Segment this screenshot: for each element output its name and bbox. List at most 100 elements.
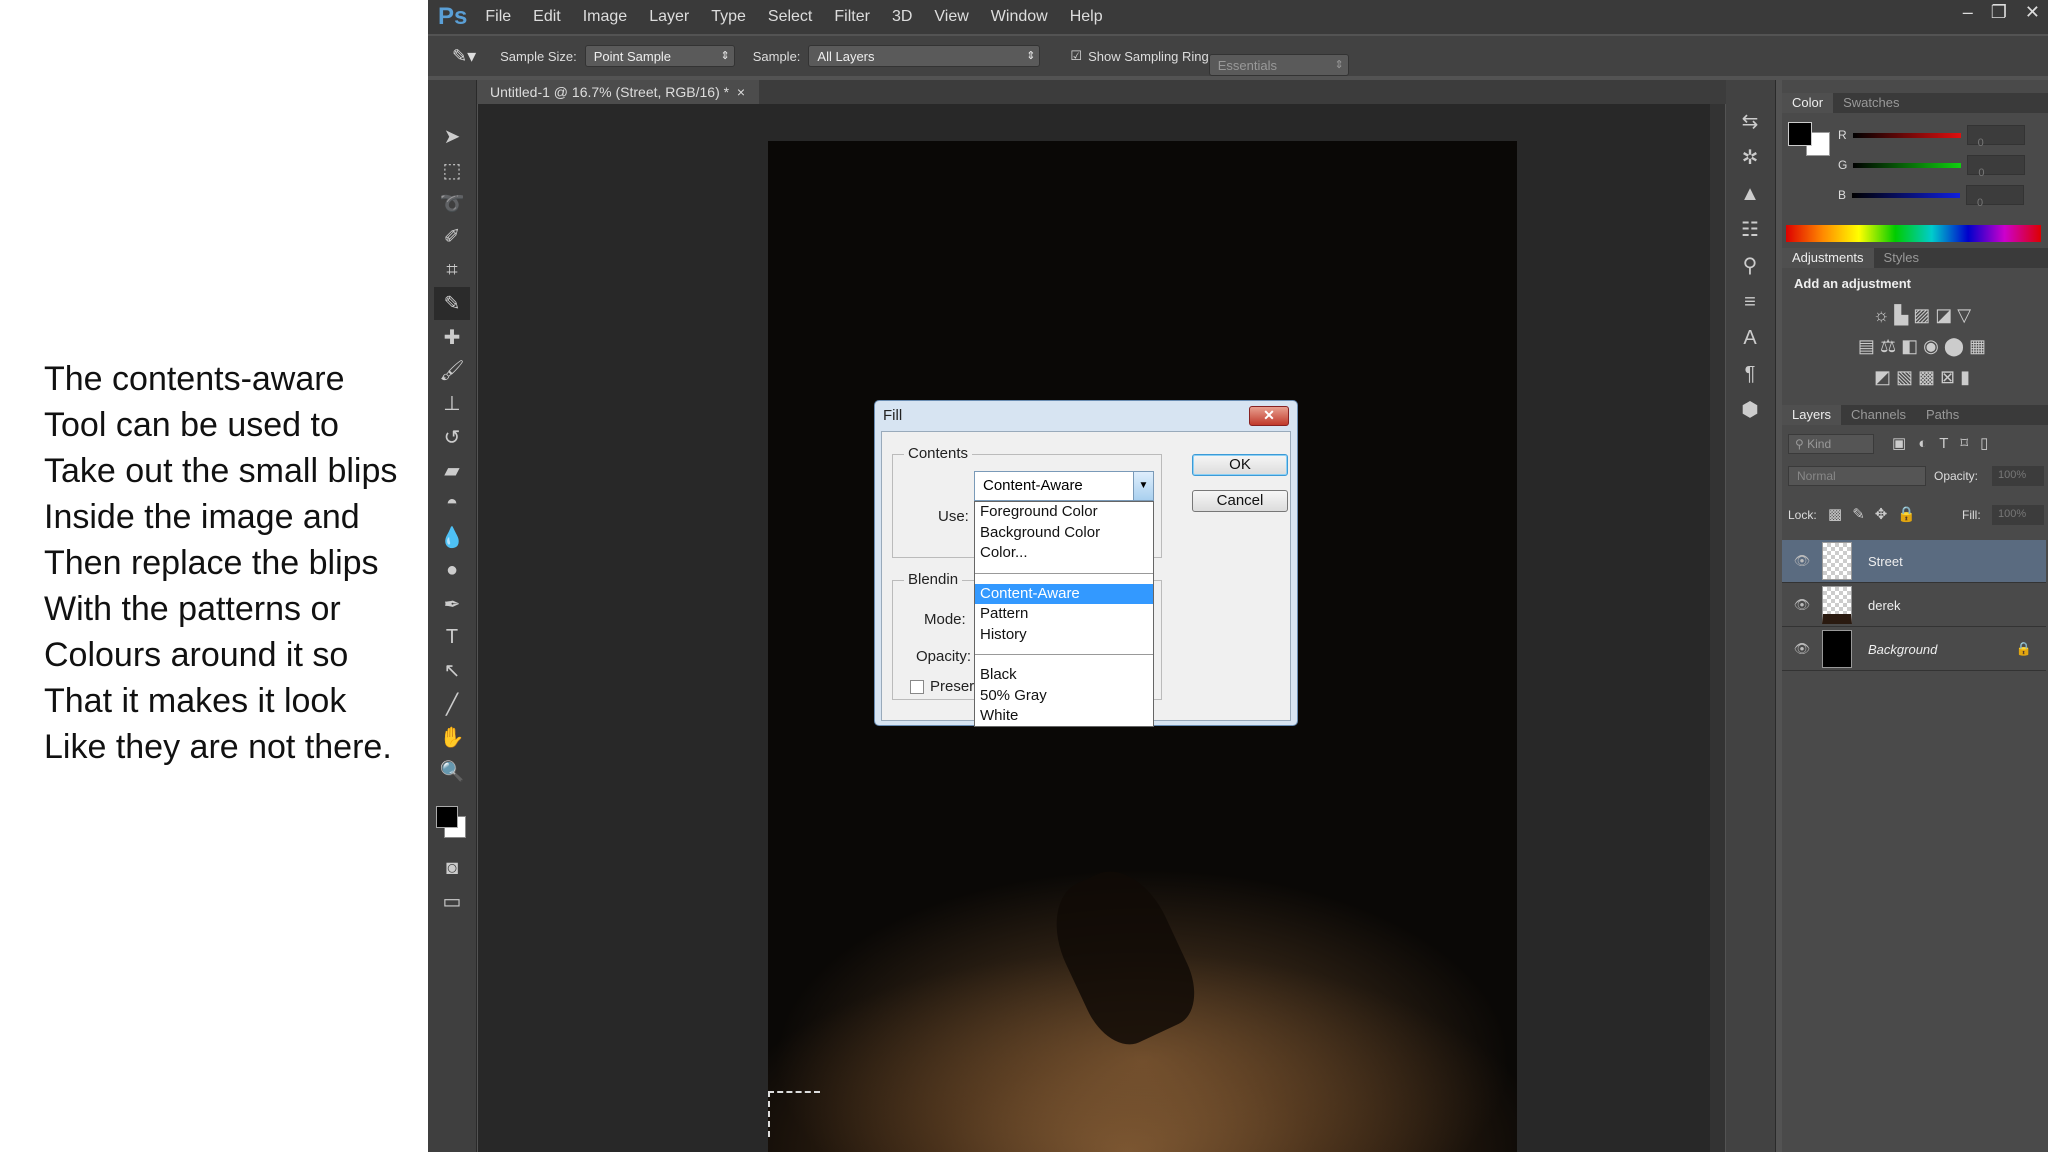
histogram-icon[interactable]: ▲ bbox=[1726, 176, 1774, 212]
close-tab-icon[interactable]: × bbox=[733, 84, 745, 100]
option-background-color[interactable]: Background Color bbox=[975, 523, 1153, 544]
black-white-icon[interactable]: ◧ bbox=[1901, 336, 1918, 356]
g-value[interactable]: 0 bbox=[1967, 155, 2026, 179]
dialog-close-button[interactable]: ✕ bbox=[1249, 406, 1289, 426]
use-select[interactable]: Content-Aware ▼ bbox=[974, 471, 1154, 501]
color-swatches[interactable] bbox=[432, 798, 472, 852]
preserve-transparency-checkbox[interactable] bbox=[910, 680, 924, 694]
chevron-down-icon[interactable]: ▼ bbox=[1133, 472, 1153, 500]
show-sampling-ring-checkbox[interactable]: ☑ bbox=[1070, 48, 1082, 64]
option-foreground-color[interactable]: Foreground Color bbox=[975, 502, 1153, 523]
quick-selection-tool-icon[interactable]: ✐ bbox=[434, 220, 470, 253]
history-brush-tool-icon[interactable]: ↺ bbox=[434, 421, 470, 454]
option-white[interactable]: White bbox=[975, 706, 1153, 727]
visibility-eye-icon[interactable]: 👁 bbox=[1782, 641, 1822, 657]
close-icon[interactable]: ✕ bbox=[2025, 2, 2040, 23]
menu-edit[interactable]: Edit bbox=[533, 8, 561, 26]
layer-row-background[interactable]: 👁 Background 🔒 bbox=[1782, 628, 2046, 671]
history-icon[interactable]: ⇆ bbox=[1726, 104, 1774, 140]
eyedropper-icon[interactable]: ✎▾ bbox=[452, 46, 476, 67]
lock-transparent-icon[interactable]: ▩ bbox=[1828, 506, 1852, 523]
lock-all-icon[interactable]: 🔒 bbox=[1897, 506, 1926, 523]
posterize-icon[interactable]: ▧ bbox=[1896, 367, 1913, 387]
pixel-filter-icon[interactable]: ▣ bbox=[1892, 435, 1918, 452]
menu-layer[interactable]: Layer bbox=[649, 8, 689, 26]
eraser-tool-icon[interactable]: ▰ bbox=[434, 454, 470, 487]
vibrance-icon[interactable]: ▽ bbox=[1957, 305, 1971, 325]
layer-row-derek[interactable]: 👁 derek bbox=[1782, 584, 2046, 627]
brightness-icon[interactable]: ☼ bbox=[1873, 305, 1890, 325]
tab-layers[interactable]: Layers bbox=[1782, 405, 1842, 425]
marquee-tool-icon[interactable]: ⬚ bbox=[434, 153, 470, 186]
workspace-select[interactable]: Essentials bbox=[1208, 54, 1349, 76]
type-tool-icon[interactable]: T bbox=[434, 621, 470, 654]
menu-type[interactable]: Type bbox=[711, 8, 746, 26]
adjustment-filter-icon[interactable]: ◐ bbox=[1918, 435, 1939, 452]
option-content-aware[interactable]: Content-Aware bbox=[975, 583, 1153, 604]
crop-tool-icon[interactable]: ⌗ bbox=[434, 254, 470, 287]
hue-saturation-icon[interactable]: ▤ bbox=[1858, 336, 1875, 356]
option-history[interactable]: History bbox=[975, 625, 1153, 646]
tab-color[interactable]: Color bbox=[1782, 93, 1834, 113]
foreground-color-chip[interactable] bbox=[1788, 122, 1812, 146]
menu-file[interactable]: File bbox=[485, 8, 511, 26]
color-balance-icon[interactable]: ⚖ bbox=[1880, 336, 1896, 356]
option-black[interactable]: Black bbox=[975, 665, 1153, 686]
option-pattern[interactable]: Pattern bbox=[975, 604, 1153, 625]
option-50-gray[interactable]: 50% Gray bbox=[975, 686, 1153, 707]
3d-icon[interactable]: ⬢ bbox=[1726, 392, 1774, 428]
tab-styles[interactable]: Styles bbox=[1874, 248, 1929, 268]
paint-bucket-tool-icon[interactable]: ◓ bbox=[434, 487, 470, 520]
sample-select[interactable]: All Layers bbox=[808, 45, 1041, 67]
brush-presets-icon[interactable]: ⚲ bbox=[1726, 248, 1774, 284]
ok-button[interactable]: OK bbox=[1192, 454, 1288, 476]
clone-stamp-tool-icon[interactable]: ⊥ bbox=[434, 387, 470, 420]
paragraph-icon[interactable]: ¶ bbox=[1726, 356, 1774, 392]
document-tab[interactable]: Untitled-1 @ 16.7% (Street, RGB/16) * × bbox=[476, 80, 760, 104]
layer-kind-filter[interactable]: ⚲ Kind bbox=[1788, 434, 1874, 454]
blend-mode-select[interactable]: Normal bbox=[1788, 466, 1926, 486]
lock-pixels-icon[interactable]: ✎ bbox=[1852, 506, 1875, 523]
screen-mode-icon[interactable]: ▭ bbox=[434, 885, 470, 918]
b-slider[interactable] bbox=[1852, 192, 1961, 198]
color-lookup-icon[interactable]: ▦ bbox=[1969, 336, 1986, 356]
move-tool-icon[interactable]: ➤ bbox=[434, 120, 470, 153]
restore-icon[interactable]: ❐ bbox=[1991, 2, 2007, 23]
cancel-button[interactable]: Cancel bbox=[1192, 490, 1288, 512]
tab-paths[interactable]: Paths bbox=[1916, 405, 1969, 425]
navigator-icon[interactable]: ✲ bbox=[1726, 140, 1774, 176]
line-tool-icon[interactable]: ╱ bbox=[434, 688, 470, 721]
opacity-input[interactable]: 100% bbox=[1992, 466, 2044, 486]
photo-filter-icon[interactable]: ◉ bbox=[1923, 336, 1939, 356]
tab-channels[interactable]: Channels bbox=[1841, 405, 1916, 425]
dodge-tool-icon[interactable]: ● bbox=[434, 554, 470, 587]
visibility-eye-icon[interactable]: 👁 bbox=[1782, 553, 1822, 569]
option-color[interactable]: Color... bbox=[975, 543, 1153, 564]
minimize-icon[interactable]: – bbox=[1963, 2, 1973, 23]
smart-object-filter-icon[interactable]: ▯ bbox=[1980, 435, 2000, 452]
lasso-tool-icon[interactable]: ➰ bbox=[434, 187, 470, 220]
blur-tool-icon[interactable]: 💧 bbox=[434, 521, 470, 554]
path-selection-tool-icon[interactable]: ↖ bbox=[434, 654, 470, 687]
type-filter-icon[interactable]: T bbox=[1939, 435, 1960, 452]
brush-tool-icon[interactable]: 🖌 bbox=[434, 354, 470, 387]
brush-settings-icon[interactable]: ≡ bbox=[1726, 284, 1774, 320]
hand-tool-icon[interactable]: ✋ bbox=[434, 721, 470, 754]
healing-brush-tool-icon[interactable]: ✚ bbox=[434, 320, 470, 353]
character-icon[interactable]: A bbox=[1726, 320, 1774, 356]
foreground-color-swatch[interactable] bbox=[436, 805, 458, 828]
lock-position-icon[interactable]: ✥ bbox=[1875, 506, 1898, 523]
invert-icon[interactable]: ◩ bbox=[1874, 367, 1891, 387]
visibility-eye-icon[interactable]: 👁 bbox=[1782, 597, 1822, 613]
properties-icon[interactable]: ☷ bbox=[1726, 212, 1774, 248]
r-slider[interactable] bbox=[1852, 132, 1961, 138]
r-value[interactable]: 0 bbox=[1966, 125, 2025, 149]
eyedropper-tool-icon[interactable]: ✎ bbox=[434, 286, 470, 321]
gradient-map-icon[interactable]: ▮ bbox=[1960, 367, 1970, 387]
menu-image[interactable]: Image bbox=[583, 8, 627, 26]
vertical-scrollbar[interactable] bbox=[1710, 104, 1725, 1152]
levels-icon[interactable]: ▙ bbox=[1894, 305, 1908, 325]
threshold-icon[interactable]: ▩ bbox=[1918, 367, 1935, 387]
channel-mixer-icon[interactable]: ⬤ bbox=[1944, 336, 1964, 356]
b-value[interactable]: 0 bbox=[1966, 185, 2025, 209]
